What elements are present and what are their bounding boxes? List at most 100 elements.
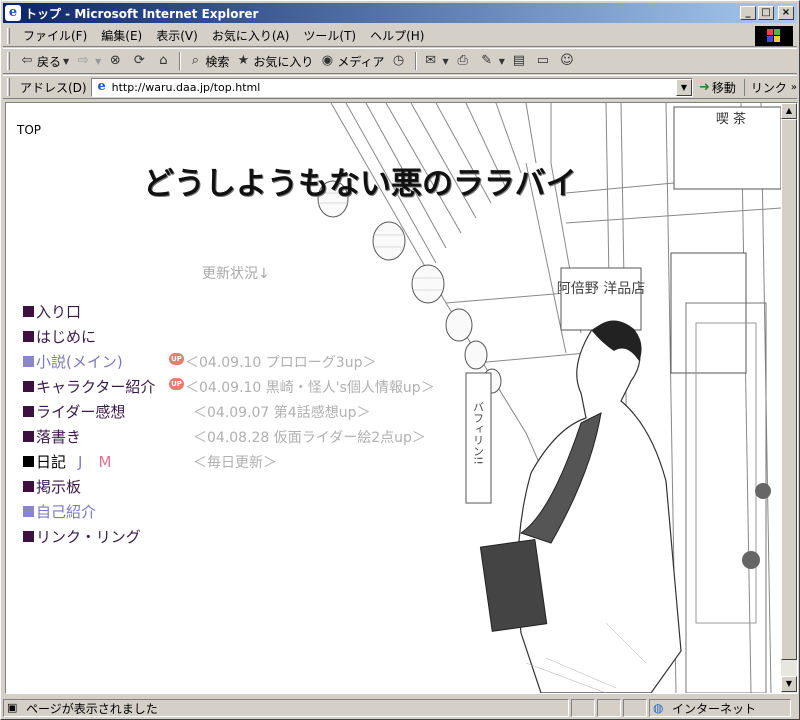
edit-icon: ✎ [481, 53, 493, 68]
media-button[interactable]: ◉ メディア [316, 50, 387, 72]
print-button[interactable]: ⎙ [452, 50, 476, 72]
edit-button[interactable]: ✎ ▼ [476, 50, 508, 72]
search-button[interactable]: ⌕ 検索 [184, 50, 232, 72]
nav-link-ring[interactable]: リンク・リング [23, 524, 155, 549]
toolbar-separator [179, 52, 182, 70]
forward-dropdown-icon[interactable]: ▼ [95, 57, 101, 66]
close-button[interactable]: × [778, 6, 794, 20]
scroll-down-icon[interactable]: ▼ [781, 676, 797, 692]
site-title: どうしようもない悪のララバイ [143, 166, 577, 202]
nav-bullet [23, 381, 34, 392]
nav-bbs[interactable]: 掲示板 [23, 474, 155, 499]
nav-bullet [23, 331, 34, 342]
diary-j-link[interactable]: J [78, 453, 82, 471]
links-button[interactable]: リンク [743, 78, 787, 96]
favorites-button[interactable]: ★ お気に入り [232, 50, 316, 72]
favorites-icon: ★ [237, 53, 250, 68]
status-cell [623, 699, 647, 717]
up-badge: UP [169, 353, 184, 365]
nav-bullet [23, 306, 34, 317]
discuss-button[interactable]: ▤ [508, 50, 532, 72]
nav-label[interactable]: 落書き [36, 426, 81, 447]
address-grip [7, 78, 10, 96]
home-icon: ⌂ [159, 53, 168, 68]
stop-button[interactable]: ⊗ [104, 50, 128, 72]
print-icon: ⎙ [457, 53, 468, 68]
minimize-button[interactable]: _ [740, 6, 756, 20]
favorites-label: お気に入り [253, 54, 314, 69]
address-label: アドレス(D) [19, 80, 87, 95]
nav-novel[interactable]: 小説(メイン) UP ＜04.09.10 プロローグ3up＞ [23, 349, 376, 374]
vertical-scrollbar[interactable]: ▲ ▼ [781, 103, 797, 693]
history-icon: ◷ [392, 53, 405, 68]
menu-bar: ファイル(F) 編集(E) 表示(V) お気に入り(A) ツール(T) ヘルプ(… [3, 25, 797, 47]
back-dropdown-icon[interactable]: ▼ [63, 57, 69, 66]
scroll-up-icon[interactable]: ▲ [781, 103, 797, 119]
back-arrow-icon: ⇦ [21, 53, 33, 68]
nav-intro[interactable]: はじめに [23, 324, 155, 349]
menu-grip [7, 27, 10, 44]
zone-text: インターネット [672, 701, 757, 716]
messenger-icon: ☺ [560, 53, 574, 68]
forward-arrow-icon: ⇨ [77, 53, 89, 68]
nav-bullet [23, 481, 34, 492]
edit-dropdown-icon[interactable]: ▼ [499, 57, 505, 66]
search-icon: ⌕ [191, 53, 199, 68]
nav-label[interactable]: 日記 [36, 451, 66, 472]
diary-m-link[interactable]: M [98, 453, 111, 471]
cafe-sign-text: 喫 茶 [716, 111, 746, 127]
nav-label[interactable]: リンク・リング [36, 526, 141, 547]
nav-label[interactable]: 小説(メイン) [36, 351, 123, 372]
nav-doodles[interactable]: 落書き ＜04.08.28 仮面ライダー絵2点up＞ [23, 424, 426, 449]
menu-file[interactable]: ファイル(F) [16, 27, 94, 44]
page-label: TOP [17, 123, 42, 137]
mail-button[interactable]: ✉ ▼ [420, 50, 452, 72]
page-done-icon: ▣ [7, 701, 18, 714]
menu-view[interactable]: 表示(V) [149, 27, 205, 44]
go-arrow-icon: ➜ [698, 79, 710, 95]
nav-entrance[interactable]: 入り口 [23, 299, 155, 324]
nav-bullet [23, 531, 34, 542]
nav-label[interactable]: 掲示板 [36, 476, 81, 497]
status-cell [571, 699, 595, 717]
page-viewport: 阿倍野 洋品店 喫 茶 バフィリン!! TOP どうしようもない悪のララバイ 更… [5, 102, 798, 694]
links-chevron-icon[interactable]: » [791, 82, 797, 93]
nav-label[interactable]: キャラクター紹介 [36, 376, 155, 397]
menu-favorites[interactable]: お気に入り(A) [205, 27, 297, 44]
address-input[interactable]: e http://waru.daa.jp/top.html ▼ [90, 77, 693, 97]
history-button[interactable]: ◷ [388, 50, 412, 72]
page-icon: e [97, 79, 106, 94]
stop-icon: ⊗ [109, 53, 121, 68]
messenger-button[interactable]: ☺ [556, 50, 580, 72]
research-button[interactable]: ▭ [532, 50, 556, 72]
refresh-button[interactable]: ⟳ [128, 50, 152, 72]
home-button[interactable]: ⌂ [152, 50, 176, 72]
back-button[interactable]: ⇦ 戻る ▼ [16, 50, 72, 72]
ie-logo-icon: e [5, 5, 21, 21]
nav-label[interactable]: はじめに [36, 326, 96, 347]
nav-label[interactable]: ライダー感想 [36, 401, 125, 422]
nav-label[interactable]: 入り口 [36, 301, 81, 322]
nav-bullet [23, 406, 34, 417]
address-bar: アドレス(D) e http://waru.daa.jp/top.html ▼ … [3, 75, 797, 99]
nav-characters[interactable]: キャラクター紹介 UP ＜04.09.10 黒崎・怪人's個人情報up＞ [23, 374, 435, 399]
menu-tools[interactable]: ツール(T) [296, 27, 363, 44]
address-url[interactable]: http://waru.daa.jp/top.html [112, 81, 676, 94]
menu-help[interactable]: ヘルプ(H) [363, 27, 431, 44]
address-dropdown-icon[interactable]: ▼ [675, 78, 692, 96]
go-button[interactable]: ➜ 移動 [699, 79, 736, 96]
globe-icon: ◍ [653, 701, 664, 715]
mail-icon: ✉ [425, 53, 436, 68]
forward-button[interactable]: ⇨ ▼ [72, 50, 104, 72]
nav-label[interactable]: 自己紹介 [36, 501, 96, 522]
menu-edit[interactable]: 編集(E) [94, 27, 149, 44]
back-label: 戻る [37, 54, 62, 69]
nav-profile[interactable]: 自己紹介 [23, 499, 155, 524]
nav-diary[interactable]: 日記 J M ＜毎日更新＞ [23, 449, 277, 474]
nav-rider-reviews[interactable]: ライダー感想 ＜04.09.07 第4話感想up＞ [23, 399, 370, 424]
maximize-button[interactable]: □ [758, 6, 774, 20]
mail-dropdown-icon[interactable]: ▼ [443, 57, 449, 66]
title-bar: e トップ - Microsoft Internet Explorer _ □ … [3, 3, 797, 23]
discuss-icon: ▤ [512, 53, 525, 68]
scroll-thumb[interactable] [781, 119, 797, 660]
